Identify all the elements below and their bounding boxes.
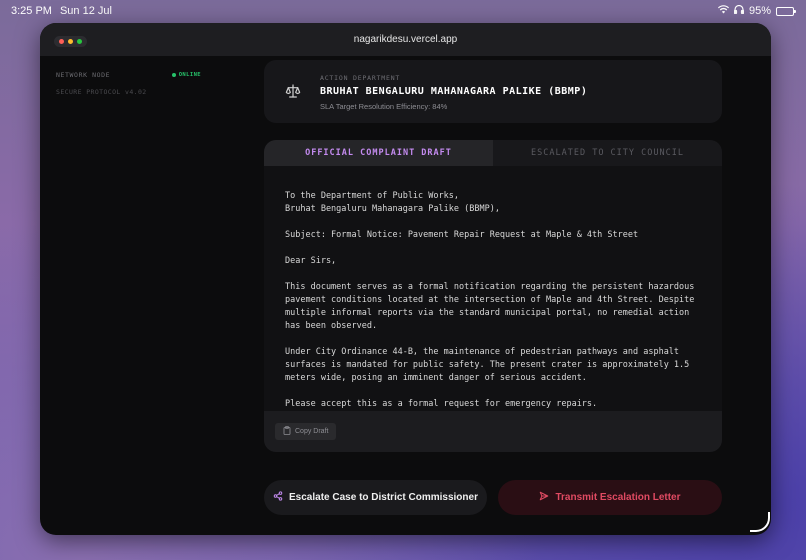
copy-draft-label: Copy Draft xyxy=(295,428,329,435)
address-url[interactable]: nagarikdesu.vercel.app xyxy=(354,34,457,45)
app-window: nagarikdesu.vercel.app xyxy=(40,23,771,535)
sidebar xyxy=(40,56,255,535)
battery-percent: 95% xyxy=(748,5,771,17)
window-controls[interactable] xyxy=(54,36,87,47)
escalate-case-label: Escalate Case to District Commissioner xyxy=(289,492,478,503)
draft-tabs: OFFICIAL COMPLAINT DRAFT ESCALATED TO CI… xyxy=(264,140,722,166)
transmit-escalation-label: Transmit Escalation Letter xyxy=(555,492,681,503)
tab-escalated-to-city-council[interactable]: ESCALATED TO CITY COUNCIL xyxy=(493,140,722,166)
maximize-window-button[interactable] xyxy=(77,39,82,44)
clipboard-icon xyxy=(283,426,291,437)
transmit-escalation-button[interactable]: Transmit Escalation Letter xyxy=(498,480,722,515)
title-bar: nagarikdesu.vercel.app xyxy=(40,23,771,56)
battery-icon xyxy=(776,6,796,16)
share-icon xyxy=(273,491,283,504)
status-time: 3:25 PM xyxy=(11,5,52,17)
wifi-icon xyxy=(717,5,729,17)
minimize-window-button[interactable] xyxy=(68,39,73,44)
status-date: Sun 12 Jul xyxy=(59,5,112,17)
headphones-icon xyxy=(733,4,745,17)
tab-official-complaint-draft[interactable]: OFFICIAL COMPLAINT DRAFT xyxy=(264,140,493,166)
send-icon xyxy=(539,491,549,504)
close-window-button[interactable] xyxy=(59,39,64,44)
copy-draft-button[interactable]: Copy Draft xyxy=(275,423,337,440)
device-status-bar: 3:25 PM Sun 12 Jul 95% xyxy=(0,0,806,22)
escalate-case-button[interactable]: Escalate Case to District Commissioner xyxy=(264,480,487,515)
